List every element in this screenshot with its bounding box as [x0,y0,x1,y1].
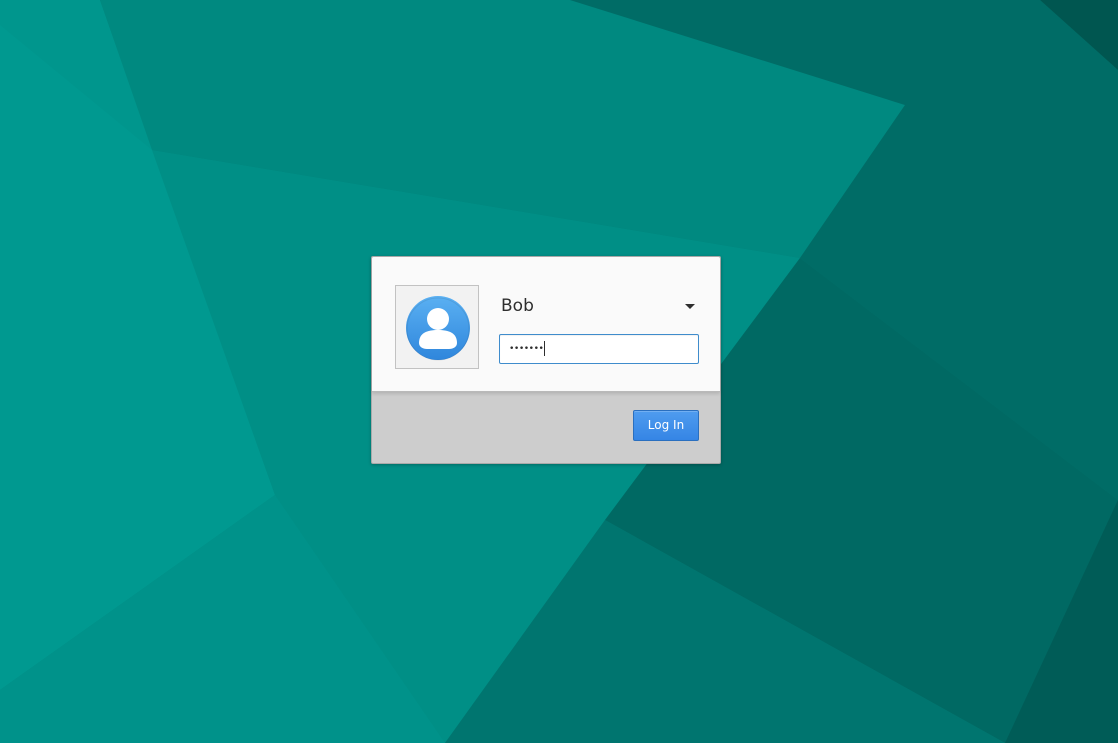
text-caret [544,341,546,356]
avatar [395,285,479,369]
login-dialog: Bob ••••••• Log In [371,256,721,464]
selected-user-name: Bob [501,296,534,316]
password-value: ••••••• [509,341,546,357]
chevron-down-icon[interactable] [685,304,695,309]
user-select-dropdown[interactable]: Bob [499,293,699,319]
desktop: Bob ••••••• Log In [0,0,1118,743]
user-avatar-icon [406,296,470,361]
password-field[interactable]: ••••••• [499,334,699,364]
login-button[interactable]: Log In [633,410,699,441]
login-dialog-header: Bob ••••••• [372,257,720,392]
password-dots-text: ••••••• [509,344,544,354]
